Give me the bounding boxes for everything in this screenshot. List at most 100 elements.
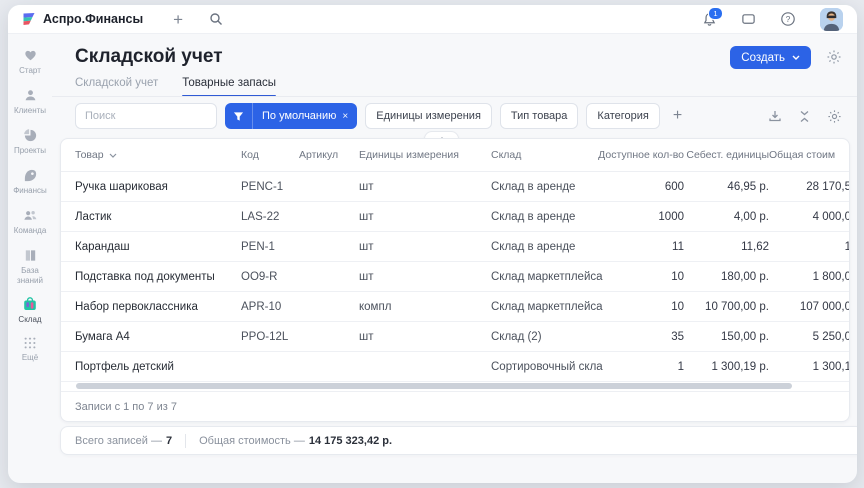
table-row[interactable]: Ластик LAS-22 шт Склад в аренде 1000 4,0… bbox=[61, 202, 849, 232]
main-content: Складской учет Складской учет Товарные з… bbox=[52, 34, 857, 483]
summary-divider bbox=[185, 434, 186, 448]
sidebar-item-label: Склад bbox=[18, 315, 41, 325]
sidebar-item-more[interactable]: Ещё bbox=[8, 336, 52, 376]
cell-units: шт bbox=[359, 271, 491, 283]
table-header-row: Товар Код Артикул Единицы измерения Скла… bbox=[61, 139, 849, 172]
sidebar-item-warehouse[interactable]: Склад bbox=[8, 296, 52, 336]
column-header-available-qty[interactable]: Доступное кол-во bbox=[591, 149, 684, 161]
page-title: Складской учет bbox=[75, 46, 223, 68]
user-avatar[interactable] bbox=[820, 8, 843, 31]
cell-code: LAS-22 bbox=[241, 211, 299, 223]
column-header-units[interactable]: Единицы измерения bbox=[359, 149, 491, 161]
sidebar-item-knowledge-base[interactable]: База знаний bbox=[8, 248, 52, 296]
more-grid-icon bbox=[23, 336, 37, 350]
column-header-warehouse[interactable]: Склад bbox=[491, 149, 591, 161]
topbar: Аспро.Финансы + 1 bbox=[8, 5, 857, 34]
help-icon[interactable]: ? bbox=[780, 11, 796, 27]
app-window: Аспро.Финансы + 1 bbox=[8, 5, 857, 483]
sort-chevron-icon bbox=[109, 153, 117, 158]
app-title: Аспро.Финансы bbox=[43, 12, 143, 26]
column-header-label: Товар bbox=[75, 149, 104, 161]
sidebar-item-projects[interactable]: Проекты bbox=[8, 128, 52, 168]
svg-text:?: ? bbox=[786, 14, 791, 24]
global-add-button[interactable]: + bbox=[173, 11, 183, 28]
start-icon bbox=[23, 48, 38, 63]
filter-button-category[interactable]: Категория bbox=[586, 103, 659, 129]
sidebar: Старт Клиенты Проекты Финансы Команда Ба… bbox=[8, 34, 52, 483]
filter-button-product-type[interactable]: Тип товара bbox=[500, 103, 579, 129]
table-row[interactable]: Бумага А4 PPO-12L шт Склад (2) 35 150,00… bbox=[61, 322, 849, 352]
sidebar-item-finances[interactable]: Финансы bbox=[8, 168, 52, 208]
cell-total-cost: 107 000,0 bbox=[769, 301, 850, 313]
stock-table-card: Товар Код Артикул Единицы измерения Скла… bbox=[60, 138, 850, 422]
team-icon bbox=[23, 208, 38, 223]
cell-product: Подставка под документы bbox=[75, 271, 241, 283]
cell-available-qty: 35 bbox=[614, 331, 684, 343]
cell-unit-cost: 4,00 р. bbox=[684, 211, 769, 223]
filter-bar: По умолчанию × Единицы измерения Тип тов… bbox=[75, 103, 842, 129]
table-row[interactable]: Ручка шариковая PENC-1 шт Склад в аренде… bbox=[61, 172, 849, 202]
cell-code: APR-10 bbox=[241, 301, 299, 313]
filter-funnel-icon bbox=[225, 111, 252, 122]
column-header-article[interactable]: Артикул bbox=[299, 149, 359, 161]
summary-bar: Всего записей — 7 Общая стоимость — 14 1… bbox=[60, 426, 857, 455]
cell-unit-cost: 46,95 р. bbox=[684, 181, 769, 193]
cell-available-qty: 11 bbox=[614, 241, 684, 253]
column-header-code[interactable]: Код bbox=[241, 149, 299, 161]
cell-product: Ластик bbox=[75, 211, 241, 223]
table-row[interactable]: Карандаш PEN-1 шт Склад в аренде 11 11,6… bbox=[61, 232, 849, 262]
table-settings-gear-icon[interactable] bbox=[827, 109, 842, 124]
projects-icon bbox=[23, 128, 38, 143]
table-row[interactable]: Набор первоклассника APR-10 компл Склад … bbox=[61, 292, 849, 322]
chat-icon[interactable] bbox=[741, 12, 756, 27]
cell-warehouse: Склад в аренде bbox=[491, 181, 614, 193]
table-row[interactable]: Портфель детский Сортировочный скла 1 1 … bbox=[61, 352, 849, 382]
column-header-unit-cost[interactable]: Себест. единицы bbox=[684, 149, 769, 161]
finances-icon bbox=[23, 168, 38, 183]
cell-units: шт bbox=[359, 181, 491, 193]
sidebar-item-start[interactable]: Старт bbox=[8, 48, 52, 88]
horizontal-scrollbar bbox=[61, 382, 849, 391]
cell-warehouse: Склад в аренде bbox=[491, 241, 614, 253]
knowledge-base-icon bbox=[23, 248, 38, 263]
total-cost-label: Общая стоимость — bbox=[199, 435, 305, 447]
cell-product: Ручка шариковая bbox=[75, 181, 241, 193]
collapse-rows-icon[interactable] bbox=[799, 110, 810, 123]
filter-button-units[interactable]: Единицы измерения bbox=[365, 103, 492, 129]
column-header-product[interactable]: Товар bbox=[75, 149, 241, 161]
cell-available-qty: 1000 bbox=[614, 211, 684, 223]
cell-units: шт bbox=[359, 241, 491, 253]
default-filter-chip[interactable]: По умолчанию × bbox=[225, 103, 357, 129]
cell-total-cost: 1 800,0 bbox=[769, 271, 850, 283]
download-icon[interactable] bbox=[768, 109, 782, 123]
sidebar-item-clients[interactable]: Клиенты bbox=[8, 88, 52, 128]
cell-warehouse: Склад маркетплейса bbox=[491, 301, 614, 313]
cell-unit-cost: 150,00 р. bbox=[684, 331, 769, 343]
tab-goods-stock[interactable]: Товарные запасы bbox=[182, 77, 276, 97]
cell-unit-cost: 11,62 bbox=[684, 241, 769, 253]
cell-units: компл bbox=[359, 301, 491, 313]
add-filter-button[interactable]: + bbox=[673, 108, 682, 124]
page-settings-gear-icon[interactable] bbox=[826, 49, 842, 65]
sidebar-item-team[interactable]: Команда bbox=[8, 208, 52, 248]
cell-total-cost: 5 250,0 bbox=[769, 331, 850, 343]
search-input[interactable] bbox=[75, 103, 217, 129]
cell-units: шт bbox=[359, 331, 491, 343]
cell-product: Портфель детский bbox=[75, 361, 241, 373]
sidebar-item-label: Ещё bbox=[22, 353, 38, 363]
remove-filter-icon[interactable]: × bbox=[342, 111, 357, 122]
cell-available-qty: 10 bbox=[614, 271, 684, 283]
cell-available-qty: 600 bbox=[614, 181, 684, 193]
tabs: Складской учет Товарные запасы bbox=[75, 77, 276, 97]
create-button[interactable]: Создать bbox=[730, 46, 811, 69]
default-filter-label: По умолчанию bbox=[253, 110, 342, 122]
total-records-label: Всего записей — bbox=[75, 435, 162, 447]
notifications-bell-icon[interactable]: 1 bbox=[702, 12, 717, 27]
table-row[interactable]: Подставка под документы OO9-R шт Склад м… bbox=[61, 262, 849, 292]
column-header-total-cost[interactable]: Общая стоим bbox=[769, 149, 850, 161]
tab-warehouse-accounting[interactable]: Складской учет bbox=[75, 77, 158, 97]
cell-available-qty: 1 bbox=[614, 361, 684, 373]
global-search-icon[interactable] bbox=[209, 12, 223, 26]
scrollbar-thumb[interactable] bbox=[76, 383, 792, 389]
cell-warehouse: Сортировочный скла bbox=[491, 361, 614, 373]
